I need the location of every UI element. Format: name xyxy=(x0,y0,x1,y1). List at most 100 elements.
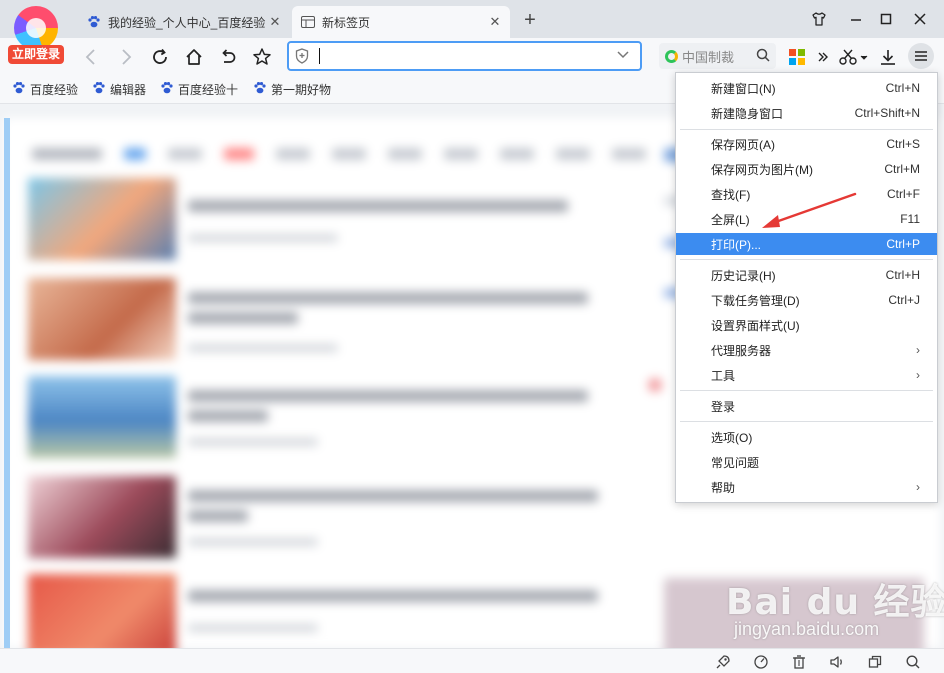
refresh-icon[interactable] xyxy=(147,44,173,70)
bookmark-label: 编辑器 xyxy=(110,83,147,97)
trash-icon[interactable] xyxy=(790,653,808,671)
bookmark-label: 百度经验十 xyxy=(178,83,239,97)
tab-my-experience[interactable]: 我的经验_个人中心_百度经验 ✕ xyxy=(78,6,290,38)
security-shield-icon[interactable] xyxy=(295,48,309,67)
screenshot-scissors-icon[interactable] xyxy=(836,44,870,70)
download-icon[interactable] xyxy=(876,44,900,70)
back-icon[interactable] xyxy=(78,44,104,70)
address-input[interactable] xyxy=(323,46,603,66)
search-placeholder: 中国制裁 xyxy=(682,49,735,65)
menu-item-save-page[interactable]: 保存网页(A) Ctrl+S xyxy=(676,133,937,155)
page-edge-strip xyxy=(4,118,10,648)
menu-item-shortcut: Ctrl+M xyxy=(884,162,920,176)
undo-close-icon[interactable] xyxy=(215,44,241,70)
menu-item-fullscreen[interactable]: 全屏(L) F11 xyxy=(676,208,937,230)
baidu-paw-icon xyxy=(160,81,174,98)
zoom-search-icon[interactable] xyxy=(904,653,922,671)
menu-item-label: 查找(F) xyxy=(711,187,751,202)
more-extensions-icon[interactable] xyxy=(814,44,832,70)
tab-close-icon[interactable]: ✕ xyxy=(488,14,502,30)
menu-item-label: 历史记录(H) xyxy=(711,268,776,283)
menu-item-label: 工具 xyxy=(711,368,736,383)
menu-item-faq[interactable]: 常见问题 xyxy=(676,451,937,473)
bookmark-label: 第一期好物 xyxy=(271,83,332,97)
bookmark-item[interactable]: 第一期好物 xyxy=(253,81,331,98)
menu-item-find[interactable]: 查找(F) Ctrl+F xyxy=(676,183,937,205)
menu-item-label: 选项(O) xyxy=(711,430,753,445)
tab-new-tab-page[interactable]: 新标签页 ✕ xyxy=(292,6,510,38)
page-nav-placeholder xyxy=(32,148,646,162)
maximize-icon[interactable] xyxy=(875,8,897,30)
home-icon[interactable] xyxy=(181,44,207,70)
menu-item-label: 常见问题 xyxy=(711,455,760,470)
forward-icon[interactable] xyxy=(113,44,139,70)
status-bar xyxy=(0,648,944,673)
tab-title: 新标签页 xyxy=(322,15,371,30)
menu-separator xyxy=(680,421,933,422)
baidu-paw-icon xyxy=(253,81,267,98)
window-restore-icon[interactable] xyxy=(866,653,884,671)
menu-item-options[interactable]: 选项(O) xyxy=(676,426,937,448)
watermark-brand: Bai du 经验 xyxy=(726,582,944,623)
article-placeholder xyxy=(28,278,608,364)
main-menu-button[interactable] xyxy=(908,43,934,69)
article-placeholder xyxy=(28,376,608,462)
menu-item-print[interactable]: 打印(P)... Ctrl+P xyxy=(676,233,937,255)
menu-item-label: 设置界面样式(U) xyxy=(711,318,800,333)
article-placeholder xyxy=(28,574,608,648)
minimize-icon[interactable] xyxy=(845,8,867,30)
search-box[interactable]: 中国制裁 xyxy=(659,43,776,69)
menu-item-new-window[interactable]: 新建窗口(N) Ctrl+N xyxy=(676,77,937,99)
menu-item-shortcut: Ctrl+Shift+N xyxy=(854,106,920,120)
chevron-right-icon: › xyxy=(916,480,920,494)
new-tab-button[interactable]: + xyxy=(518,9,542,33)
menu-item-shortcut: Ctrl+H xyxy=(885,268,920,282)
search-icon[interactable] xyxy=(756,48,770,65)
speed-gauge-icon[interactable] xyxy=(752,653,770,671)
hamburger-icon xyxy=(915,51,927,61)
login-badge[interactable]: 立即登录 xyxy=(8,45,64,64)
chevron-right-icon: › xyxy=(916,343,920,357)
article-placeholder xyxy=(28,178,608,264)
volume-icon[interactable] xyxy=(828,653,846,671)
bookmark-item[interactable]: 编辑器 xyxy=(92,81,146,98)
chevron-down-icon[interactable] xyxy=(616,49,630,63)
menu-item-shortcut: Ctrl+J xyxy=(888,293,920,307)
menu-item-label: 保存网页为图片(M) xyxy=(711,162,813,177)
baidu-jingyan-watermark: Bai du 经验 jingyan.baidu.com xyxy=(726,573,944,643)
menu-separator xyxy=(680,390,933,391)
apps-grid-icon[interactable] xyxy=(785,44,809,70)
menu-item-help[interactable]: 帮助 › xyxy=(676,476,937,498)
bookmark-item[interactable]: 百度经验 xyxy=(12,81,78,98)
bookmark-item[interactable]: 百度经验十 xyxy=(160,81,238,98)
rocket-icon[interactable] xyxy=(714,653,732,671)
menu-item-login[interactable]: 登录 xyxy=(676,395,937,417)
menu-item-shortcut: Ctrl+N xyxy=(885,81,920,95)
menu-item-tools[interactable]: 工具 › xyxy=(676,364,937,386)
menu-item-label: 新建隐身窗口 xyxy=(711,106,784,121)
favorite-star-icon[interactable] xyxy=(249,44,275,70)
menu-item-proxy-server[interactable]: 代理服务器 › xyxy=(676,339,937,361)
menu-separator xyxy=(680,259,933,260)
menu-item-shortcut: Ctrl+S xyxy=(886,137,920,151)
menu-item-shortcut: F11 xyxy=(900,212,920,226)
skin-shirt-icon[interactable] xyxy=(808,8,830,30)
address-bar[interactable] xyxy=(287,41,642,71)
menu-item-history[interactable]: 历史记录(H) Ctrl+H xyxy=(676,264,937,286)
menu-item-label: 登录 xyxy=(711,399,736,414)
browser-logo[interactable]: 立即登录 xyxy=(8,6,64,64)
baidu-paw-icon xyxy=(12,81,26,98)
bookmark-label: 百度经验 xyxy=(30,83,79,97)
menu-item-download-manager[interactable]: 下载任务管理(D) Ctrl+J xyxy=(676,289,937,311)
new-tab-page-icon xyxy=(300,14,316,30)
menu-separator xyxy=(680,129,933,130)
tab-title: 我的经验_个人中心_百度经验 xyxy=(108,15,266,30)
tab-close-icon[interactable]: ✕ xyxy=(268,14,282,30)
menu-item-interface-style[interactable]: 设置界面样式(U) xyxy=(676,314,937,336)
menu-item-save-page-as-image[interactable]: 保存网页为图片(M) Ctrl+M xyxy=(676,158,937,180)
menu-item-label: 保存网页(A) xyxy=(711,137,775,152)
close-window-icon[interactable] xyxy=(909,8,931,30)
article-placeholder xyxy=(28,476,608,562)
search-engine-icon xyxy=(665,49,678,63)
menu-item-new-incognito-window[interactable]: 新建隐身窗口 Ctrl+Shift+N xyxy=(676,102,937,124)
